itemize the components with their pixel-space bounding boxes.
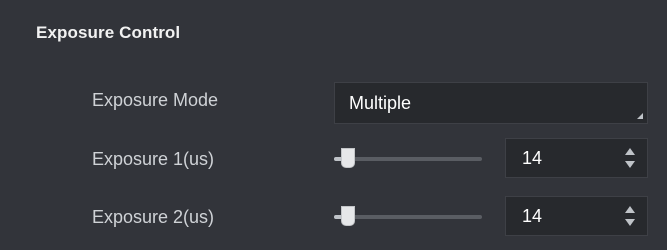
spin-up-icon[interactable] (625, 206, 635, 213)
resize-corner-icon (637, 113, 643, 119)
slider-track[interactable] (334, 157, 482, 161)
exposure-1-slider[interactable] (334, 134, 482, 184)
exposure-mode-row: Exposure Mode Multiple (0, 75, 667, 125)
exposure-1-row: Exposure 1(us) (0, 134, 667, 184)
section-title: Exposure Control (36, 23, 181, 42)
exposure-1-spinbox[interactable] (505, 138, 648, 178)
slider-thumb[interactable] (340, 148, 355, 168)
exposure-mode-value: Multiple (349, 92, 412, 113)
exposure-2-label: Exposure 2(us) (92, 206, 215, 227)
spin-down-icon[interactable] (625, 161, 635, 168)
exposure-1-input[interactable] (522, 139, 612, 177)
exposure-2-spinbox[interactable] (505, 196, 648, 236)
slider-thumb[interactable] (340, 206, 355, 226)
spin-up-icon[interactable] (625, 148, 635, 155)
spin-arrows[interactable] (625, 205, 635, 227)
exposure-2-input[interactable] (522, 197, 612, 235)
spin-arrows[interactable] (625, 147, 635, 169)
exposure-control-panel: Exposure Control Exposure Mode Multiple … (0, 0, 667, 250)
exposure-mode-label: Exposure Mode (92, 89, 219, 110)
exposure-2-row: Exposure 2(us) (0, 192, 667, 242)
slider-track[interactable] (334, 215, 482, 219)
spin-down-icon[interactable] (625, 219, 635, 226)
exposure-mode-select[interactable]: Multiple (334, 82, 648, 124)
exposure-1-label: Exposure 1(us) (92, 148, 215, 169)
exposure-2-slider[interactable] (334, 192, 482, 242)
